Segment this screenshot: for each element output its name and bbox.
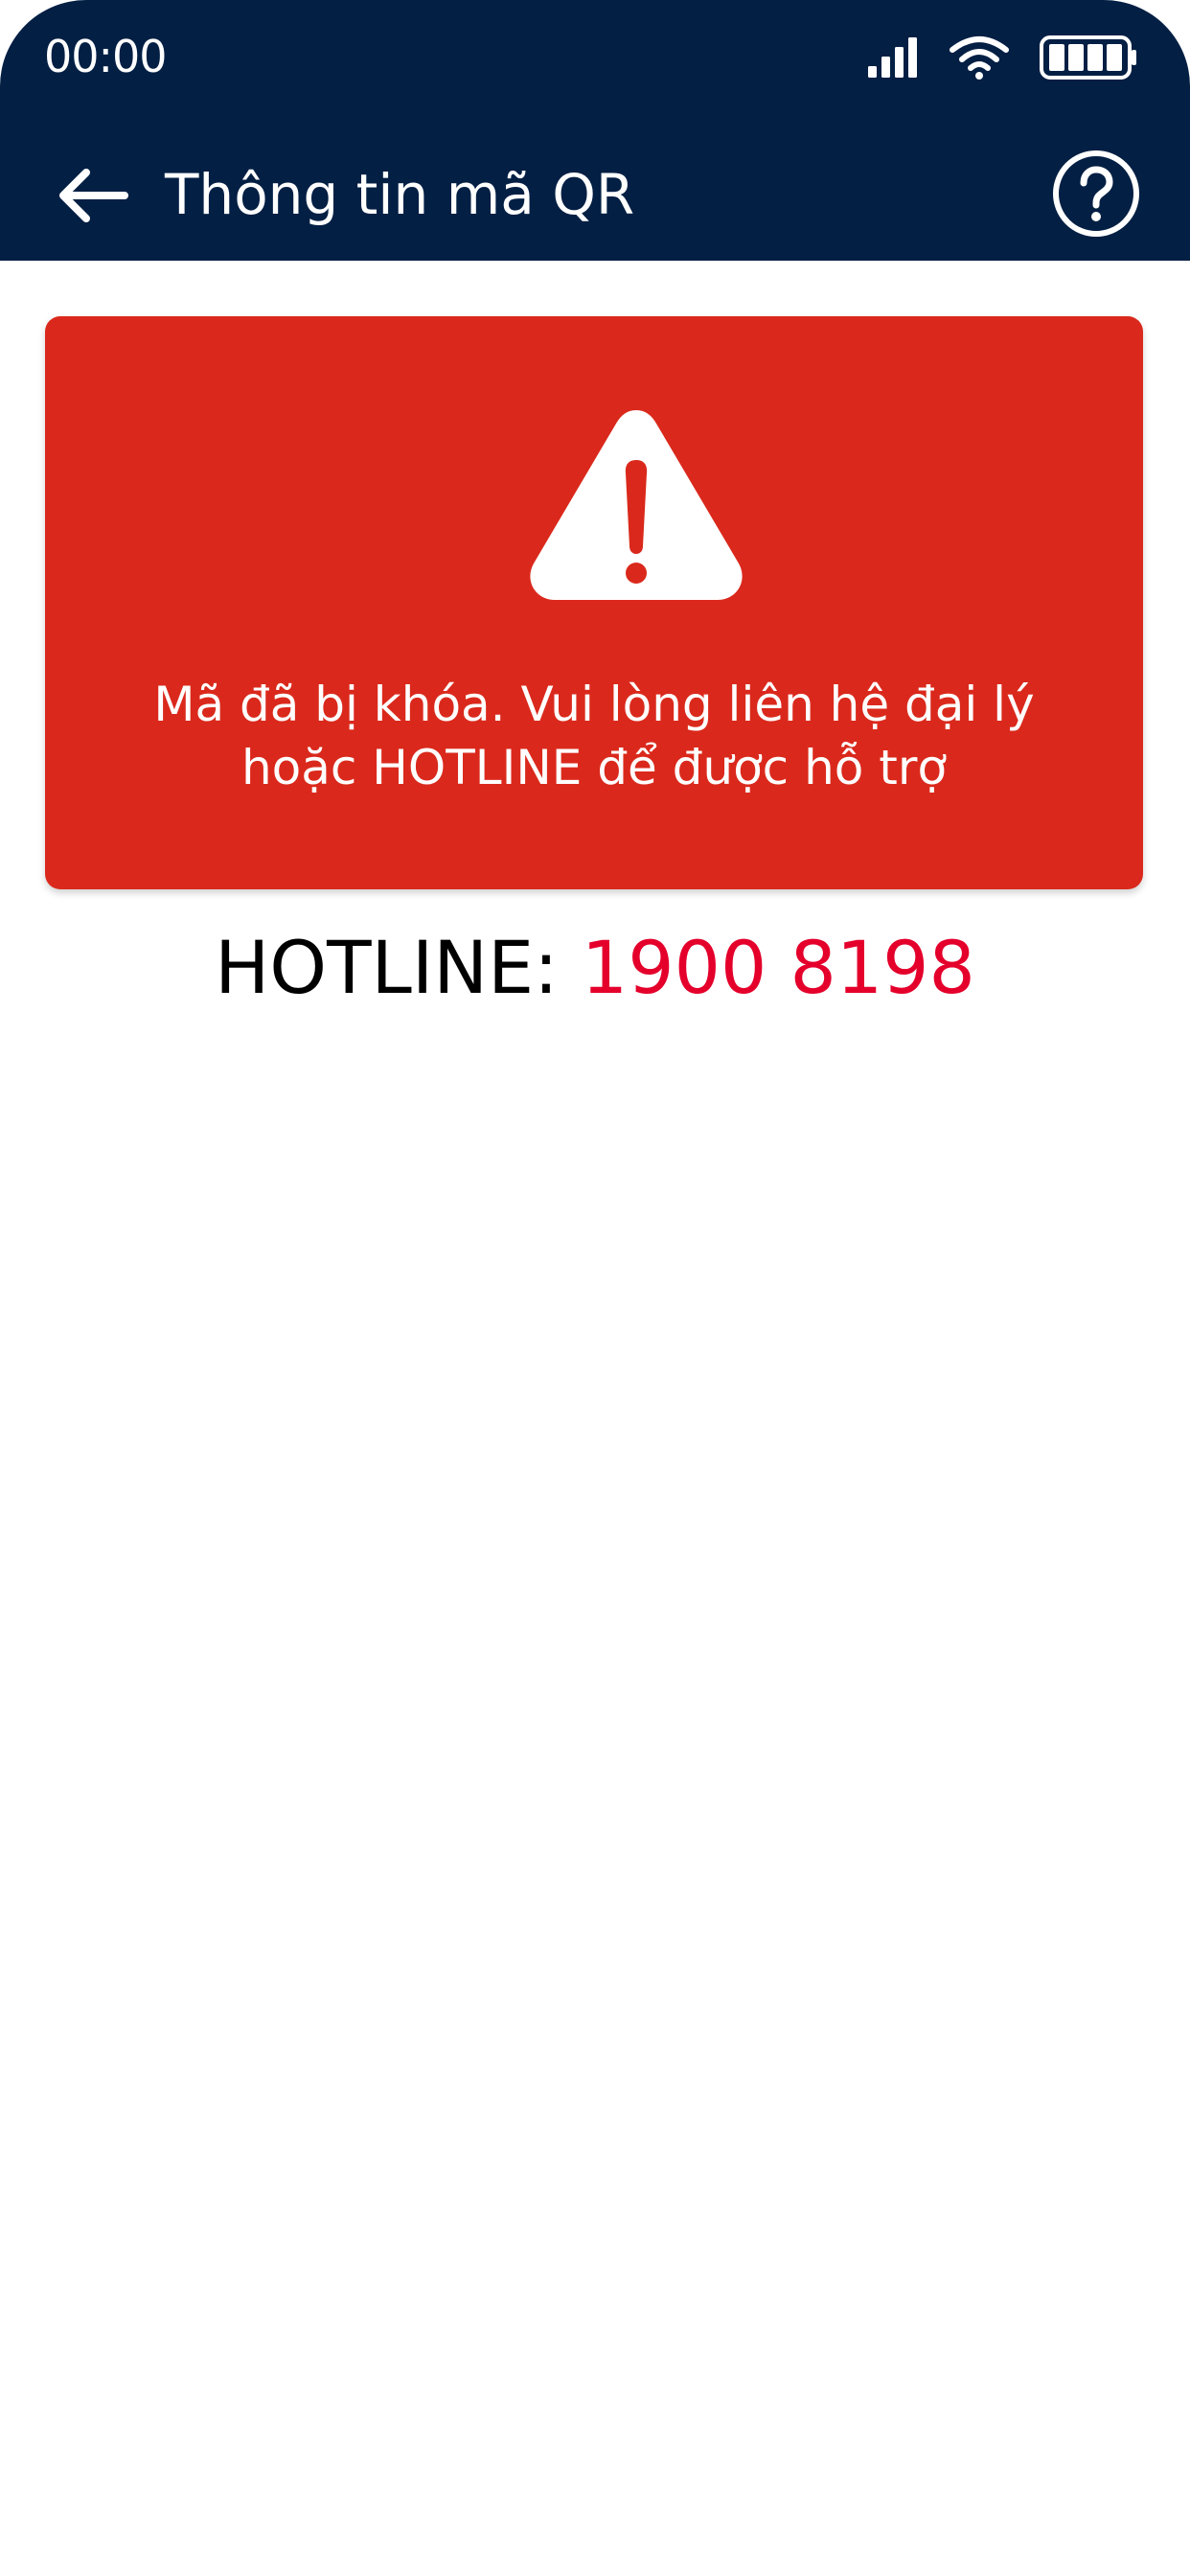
- hotline: HOTLINE: 1900 8198: [0, 920, 1190, 1016]
- page-title: Thông tin mã QR: [165, 162, 635, 227]
- arrow-left-icon: [59, 169, 128, 222]
- locked-alert-card: Mã đã bị khóa. Vui lòng liên hệ đại lý h…: [45, 316, 1143, 889]
- status-icons: [866, 29, 1138, 86]
- hotline-number-link[interactable]: 1900 8198: [582, 925, 975, 1010]
- battery-icon: [1040, 35, 1136, 80]
- status-time: 00:00: [44, 31, 168, 82]
- wifi-icon: [950, 36, 1009, 80]
- nav-bar: Thông tin mã QR: [0, 134, 1190, 255]
- hotline-label: HOTLINE:: [215, 925, 559, 1010]
- signal-icon: [868, 37, 917, 78]
- help-button[interactable]: [1050, 148, 1142, 240]
- alert-message: Mã đã bị khóa. Vui lòng liên hệ đại lý h…: [153, 677, 1035, 795]
- screen: 00:00 Thông tin mã QR Mã đã bị khóa. Vui…: [0, 0, 1190, 2576]
- app-header: 00:00 Thông tin mã QR: [0, 0, 1190, 261]
- back-button[interactable]: [50, 157, 136, 234]
- warning-triangle-icon: [530, 410, 743, 600]
- question-circle-icon: [1053, 150, 1139, 237]
